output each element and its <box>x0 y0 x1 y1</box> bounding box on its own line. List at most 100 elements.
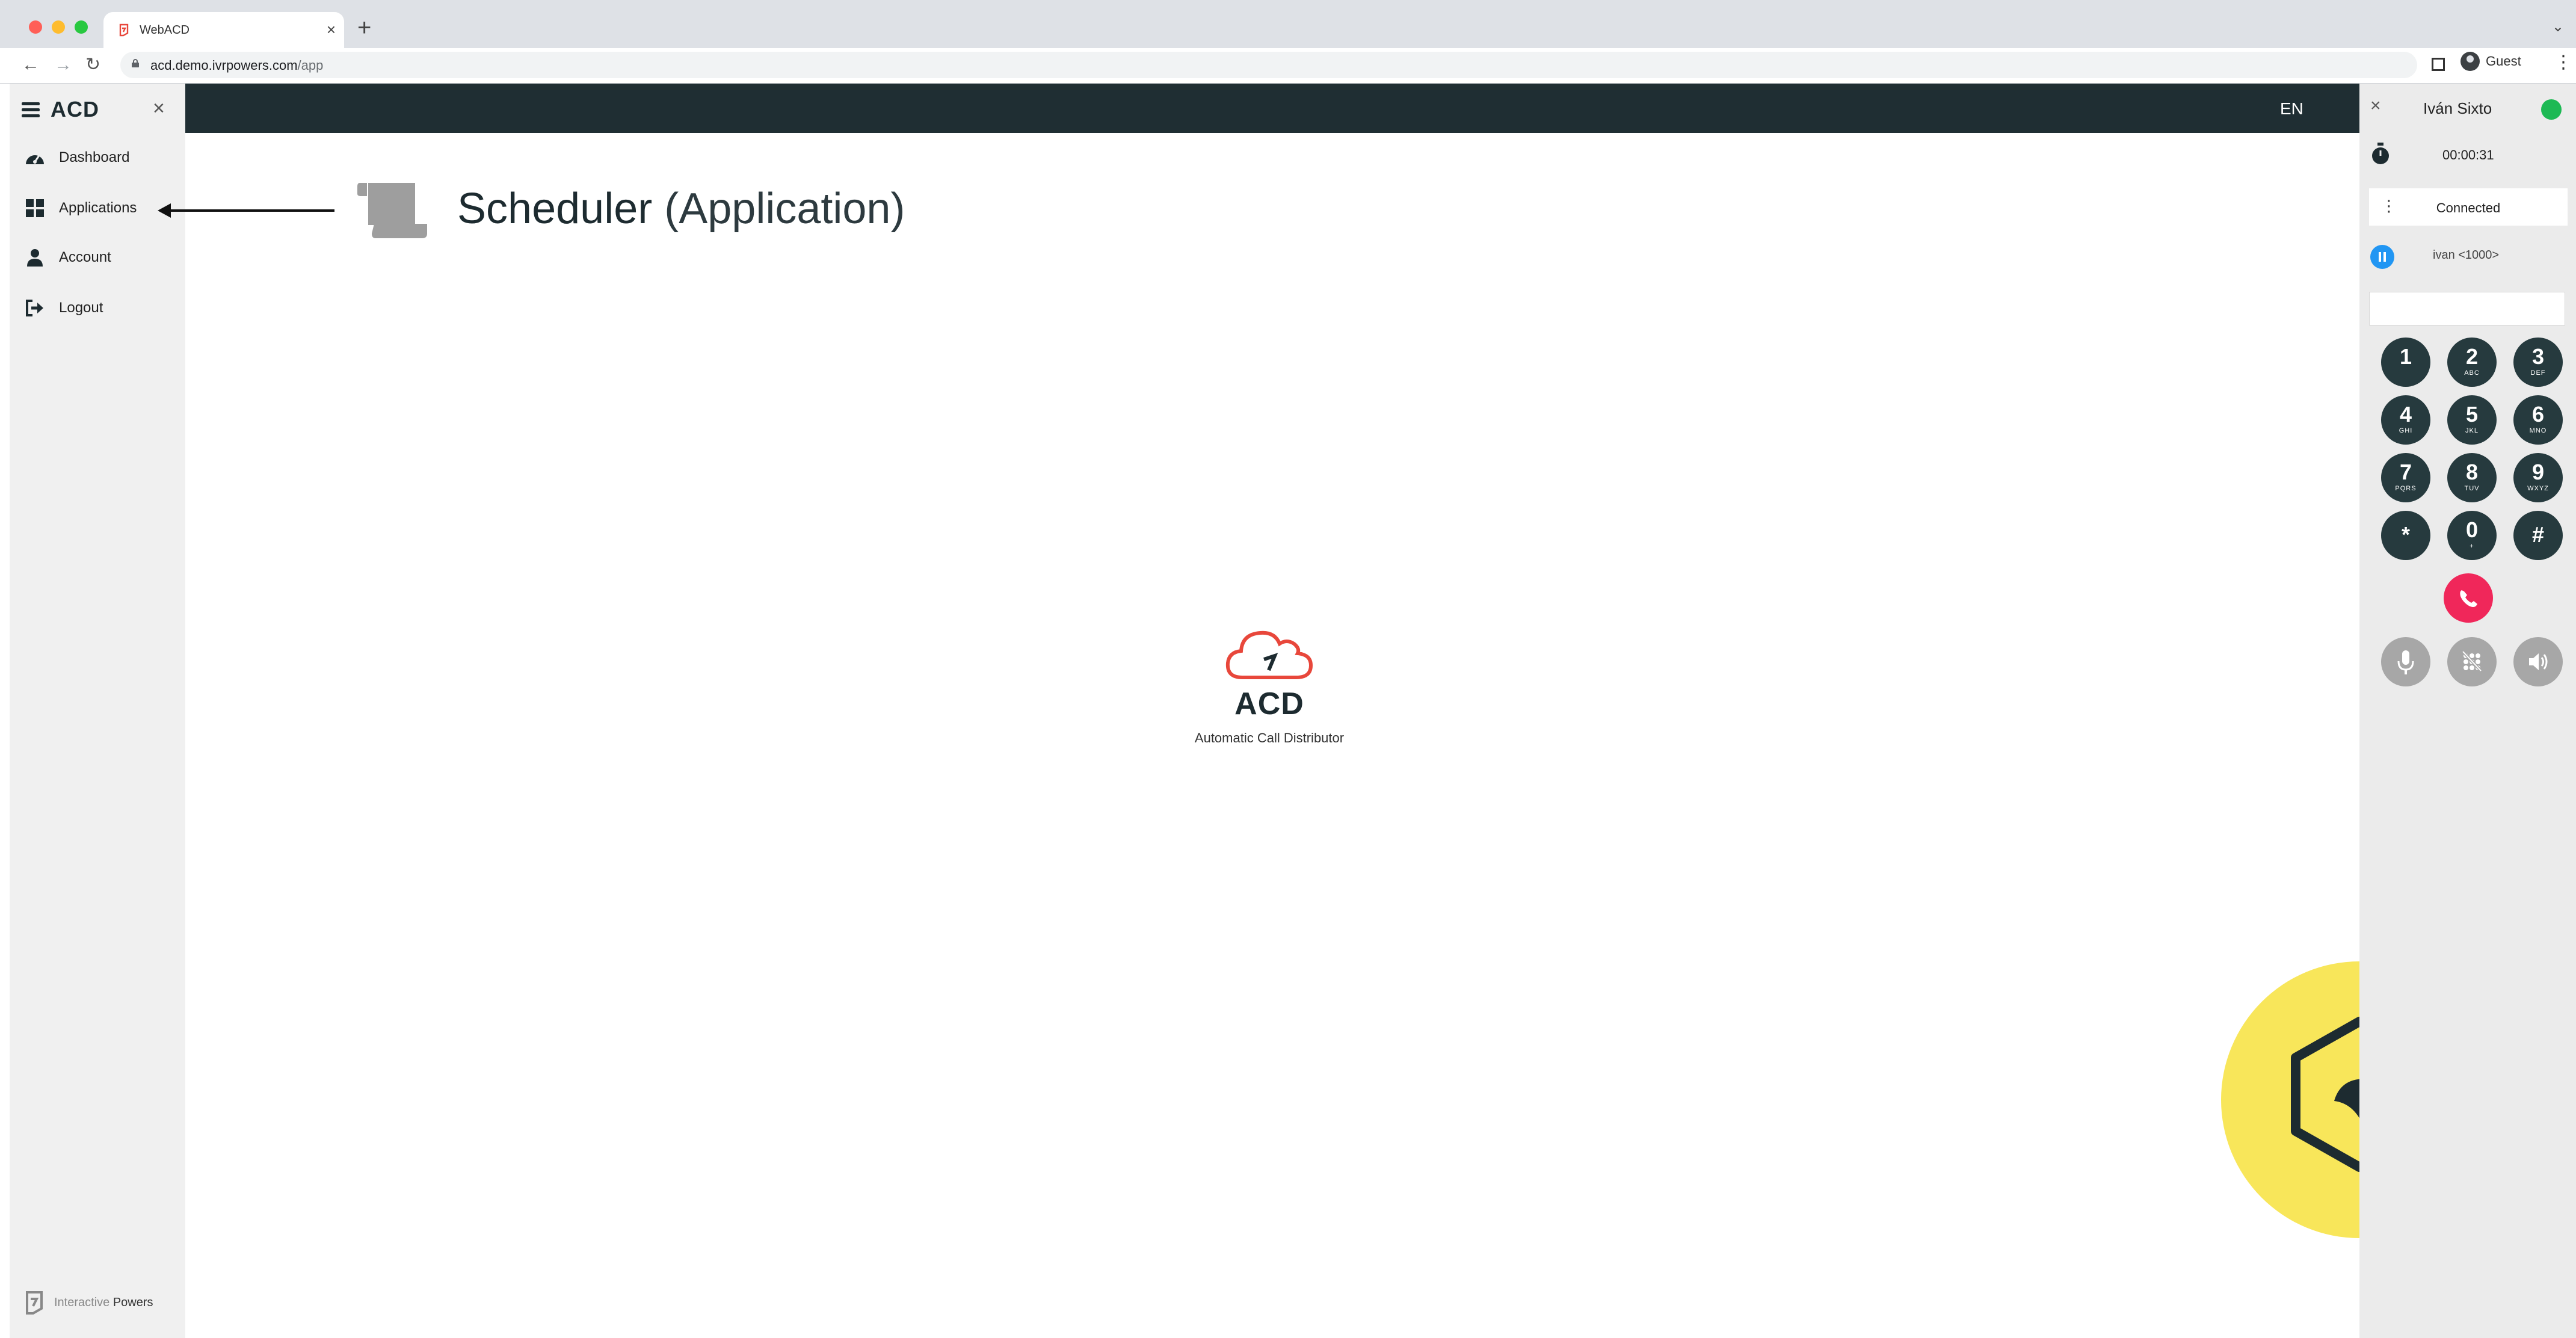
dialpad-key-4[interactable]: 4 GHI <box>2381 395 2430 445</box>
dialpad-key-0[interactable]: 0 + <box>2447 511 2497 560</box>
key-digit: 1 <box>2399 344 2412 369</box>
url-path: /app <box>297 58 324 73</box>
online-status-indicator <box>2541 99 2562 120</box>
interactive-powers-logo-icon <box>26 1291 43 1315</box>
window-minimize-button[interactable] <box>52 20 65 34</box>
browser-titlebar: WebACD × + ⌄ <box>0 0 2576 48</box>
key-letters: TUV <box>2464 485 2480 492</box>
language-selector[interactable]: EN <box>2280 99 2303 119</box>
keypad-off-icon <box>2462 650 2482 672</box>
dialpad-key-hash[interactable]: # <box>2513 511 2563 560</box>
agent-name: Iván Sixto <box>2423 99 2492 117</box>
sidebar-item-label: Dashboard <box>59 149 130 165</box>
page-title-suffix: (Application) <box>664 185 905 233</box>
tab-search-chevron-icon[interactable]: ⌄ <box>2552 18 2564 35</box>
key-digit: 6 <box>2531 402 2545 427</box>
sidebar-footer: Interactive Powers <box>24 1290 153 1315</box>
softphone-close-icon[interactable]: × <box>2370 96 2381 116</box>
url-host: acd.demo.ivrpowers.com <box>150 58 298 73</box>
profile-button[interactable]: Guest <box>2460 52 2521 71</box>
footer-brand: Interactive Powers <box>54 1296 153 1310</box>
key-letters: JKL <box>2465 427 2479 434</box>
sidebar-header: ACD <box>22 97 99 122</box>
key-digit: 9 <box>2531 460 2545 484</box>
key-digit: 7 <box>2399 460 2412 484</box>
avatar <box>2460 52 2480 71</box>
side-panel-icon[interactable] <box>2432 58 2445 71</box>
speaker-icon <box>2529 653 2548 670</box>
sign-out-icon <box>24 297 46 319</box>
active-call-label: ivan <1000> <box>2433 248 2500 262</box>
browser-tab[interactable]: WebACD × <box>103 12 344 48</box>
sidebar-item-logout[interactable]: Logout <box>24 293 103 323</box>
call-status-bar: ⋮ Connected <box>2369 188 2568 226</box>
window-close-button[interactable] <box>29 20 42 34</box>
reload-icon[interactable]: ↻ <box>85 53 100 77</box>
sidebar-item-label: Account <box>59 249 111 265</box>
logo-text: ACD <box>1234 686 1304 721</box>
dialpad-key-8[interactable]: 8 TUV <box>2447 453 2497 502</box>
page-title-name: Scheduler <box>457 185 653 233</box>
sidebar-brand: ACD <box>51 97 99 122</box>
page-title: Scheduler (Application) <box>457 184 905 233</box>
speaker-button[interactable] <box>2513 637 2563 686</box>
key-digit: * <box>2401 522 2410 547</box>
new-tab-button[interactable]: + <box>357 14 371 41</box>
phone-hangup-icon <box>2460 590 2477 607</box>
key-digit: # <box>2531 522 2545 547</box>
address-bar[interactable]: acd.demo.ivrpowers.com/app <box>120 52 2417 78</box>
key-letters: DEF <box>2530 369 2546 377</box>
key-digit: 5 <box>2465 402 2479 427</box>
webacd-favicon-icon <box>119 23 129 37</box>
key-letters: MNO <box>2529 427 2547 434</box>
softphone-panel: × Iván Sixto 00:00:31 ⋮ Connected ivan <… <box>2359 84 2576 1338</box>
sidebar: ACD × Dashboard Applications Account Log… <box>10 84 185 1338</box>
sidebar-item-applications[interactable]: Applications <box>24 193 137 223</box>
sidebar-item-dashboard[interactable]: Dashboard <box>24 143 129 173</box>
dialpad-key-1[interactable]: 1 <box>2381 338 2430 387</box>
window-maximize-button[interactable] <box>75 20 88 34</box>
stopwatch-icon <box>2372 143 2389 164</box>
hangup-button[interactable] <box>2444 573 2493 623</box>
key-digit: 3 <box>2531 344 2545 369</box>
hold-icon[interactable] <box>2370 245 2394 269</box>
cloud-logo-icon <box>1225 630 1313 679</box>
back-arrow-icon[interactable]: ← <box>22 53 40 77</box>
dialpad-key-3[interactable]: 3 DEF <box>2513 338 2563 387</box>
key-digit: 2 <box>2465 344 2479 369</box>
sidebar-close-icon[interactable]: × <box>153 97 165 120</box>
dialpad-key-star[interactable]: * <box>2381 511 2430 560</box>
dialpad-key-9[interactable]: 9 WXYZ <box>2513 453 2563 502</box>
dialpad-key-2[interactable]: 2 ABC <box>2447 338 2497 387</box>
app-header: EN <box>185 84 2527 133</box>
gauge-icon <box>24 147 46 168</box>
call-timer: 00:00:31 <box>2442 147 2494 162</box>
dialpad-key-6[interactable]: 6 MNO <box>2513 395 2563 445</box>
browser-menu-icon[interactable]: ⋮ <box>2554 52 2572 73</box>
hamburger-menu-icon[interactable] <box>22 102 40 117</box>
annotation-arrow <box>166 209 334 212</box>
footer-brand-bold: Powers <box>112 1295 153 1309</box>
key-letters: PQRS <box>2395 485 2417 492</box>
mute-button[interactable] <box>2381 637 2430 686</box>
browser-chrome: WebACD × + ⌄ ← → ↻ acd.demo.ivrpowers.co… <box>0 0 2576 84</box>
dialpad-key-5[interactable]: 5 JKL <box>2447 395 2497 445</box>
grid-icon <box>24 197 46 219</box>
dial-input[interactable] <box>2369 292 2565 325</box>
lock-icon <box>132 59 139 67</box>
footer-brand-light: Interactive <box>54 1295 110 1309</box>
key-letters: ABC <box>2464 369 2480 377</box>
scroll-icon <box>357 183 427 238</box>
key-digit: 4 <box>2399 402 2412 427</box>
tab-close-icon[interactable]: × <box>327 20 336 39</box>
dialpad-toggle-button[interactable] <box>2447 637 2497 686</box>
dialpad-key-7[interactable]: 7 PQRS <box>2381 453 2430 502</box>
logo-tagline: Automatic Call Distributor <box>1194 730 1345 745</box>
browser-toolbar: ← → ↻ acd.demo.ivrpowers.com/app Guest ⋮ <box>0 48 2576 84</box>
key-letters: WXYZ <box>2527 485 2549 492</box>
key-digit: 8 <box>2465 460 2479 484</box>
microphone-icon <box>2397 650 2414 674</box>
url-text: acd.demo.ivrpowers.com/app <box>150 58 323 73</box>
forward-arrow-icon[interactable]: → <box>54 53 72 77</box>
sidebar-item-account[interactable]: Account <box>24 242 111 273</box>
